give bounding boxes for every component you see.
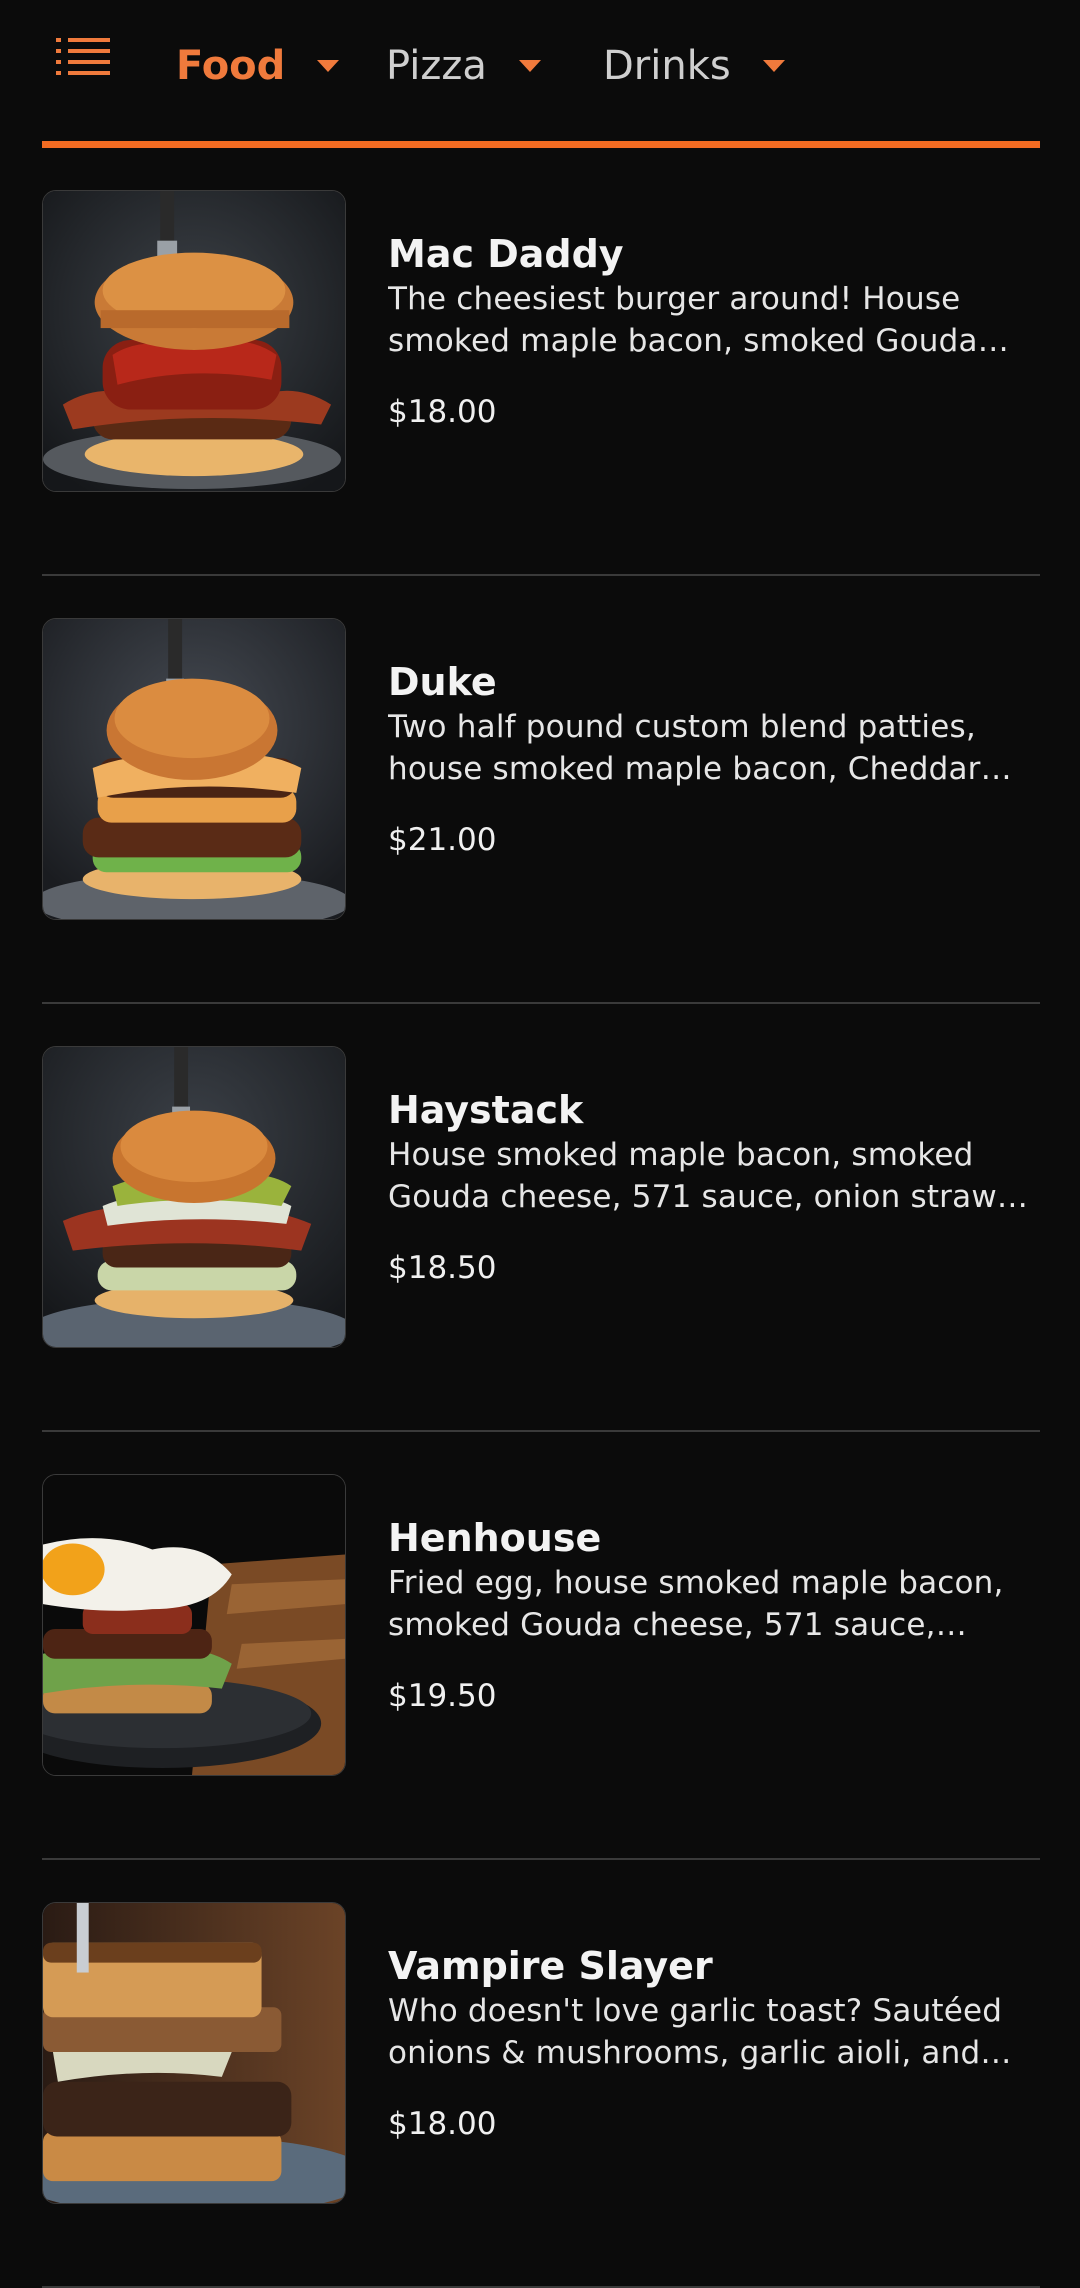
item-price: $18.50 — [388, 1250, 497, 1286]
food-photo — [42, 618, 346, 920]
top-nav: Food Pizza Drinks — [0, 0, 1080, 150]
chevron-down-icon — [317, 60, 340, 72]
item-info: Mac Daddy The cheesiest burger around! H… — [388, 230, 1044, 432]
food-photo — [42, 1474, 346, 1776]
tab-drinks[interactable]: Drinks — [603, 36, 785, 96]
item-description: Fried egg, house smoked maple bacon, smo… — [388, 1565, 1004, 1643]
active-tab-indicator — [42, 141, 1040, 148]
item-info: Haystack House smoked maple bacon, smoke… — [388, 1086, 1044, 1288]
item-name: Henhouse — [388, 1516, 602, 1560]
list-menu-icon[interactable] — [56, 34, 112, 84]
tab-pizza[interactable]: Pizza — [386, 36, 541, 96]
item-name: Duke — [388, 660, 497, 704]
item-name: Haystack — [388, 1088, 584, 1132]
food-photo — [42, 1046, 346, 1348]
item-price: $18.00 — [388, 394, 497, 430]
menu-item[interactable]: Vampire Slayer Who doesn't love garlic t… — [42, 1902, 1040, 2288]
item-description: Two half pound custom blend patties, hou… — [388, 709, 981, 787]
item-description: The cheesiest burger around! House smoke… — [388, 281, 978, 359]
chevron-down-icon — [762, 60, 785, 72]
item-price: $21.00 — [388, 822, 497, 858]
menu-item[interactable]: Duke Two half pound custom blend patties… — [42, 618, 1040, 1004]
menu-item[interactable]: Haystack House smoked maple bacon, smoke… — [42, 1046, 1040, 1432]
menu-item-list: Mac Daddy The cheesiest burger around! H… — [42, 190, 1040, 2288]
tab-label: Food — [176, 43, 286, 89]
item-name: Vampire Slayer — [388, 1944, 713, 1988]
food-photo — [42, 190, 346, 492]
tab-label: Drinks — [603, 43, 731, 89]
item-description: Who doesn't love garlic toast? Sautéed o… — [388, 1993, 1003, 2071]
item-name: Mac Daddy — [388, 232, 624, 276]
item-info: Duke Two half pound custom blend patties… — [388, 658, 1044, 860]
item-info: Vampire Slayer Who doesn't love garlic t… — [388, 1942, 1044, 2144]
item-description: House smoked maple bacon, smoked Gouda c… — [388, 1137, 1024, 1215]
menu-item[interactable]: Mac Daddy The cheesiest burger around! H… — [42, 190, 1040, 576]
tab-food[interactable]: Food — [176, 36, 340, 96]
menu-item[interactable]: Henhouse Fried egg, house smoked maple b… — [42, 1474, 1040, 1860]
item-price: $18.00 — [388, 2106, 497, 2142]
tab-label: Pizza — [386, 43, 487, 89]
item-price: $19.50 — [388, 1678, 497, 1714]
food-photo — [42, 1902, 346, 2204]
chevron-down-icon — [518, 60, 541, 72]
item-info: Henhouse Fried egg, house smoked maple b… — [388, 1514, 1044, 1716]
